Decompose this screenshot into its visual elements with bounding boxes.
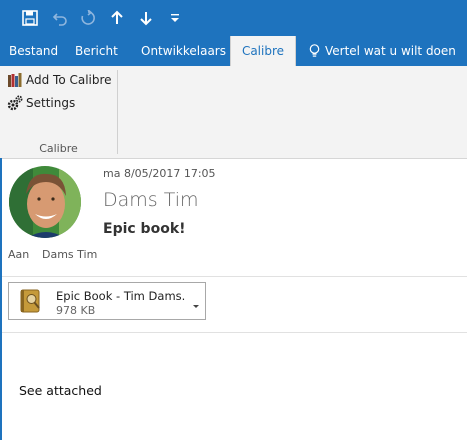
sender-name[interactable]: Dams Tim xyxy=(103,189,199,211)
add-to-calibre-label: Add To Calibre xyxy=(26,73,112,87)
recipient-name[interactable]: Dams Tim xyxy=(42,248,97,261)
attachment-name: Epic Book - Tim Dams.... xyxy=(56,289,186,303)
message-body: See attached xyxy=(19,383,102,398)
ribbon-group-separator xyxy=(117,70,118,154)
attachment-size: 978 KB xyxy=(56,304,96,317)
quick-access-toolbar xyxy=(0,0,467,36)
reading-pane-edge xyxy=(0,158,2,440)
books-icon xyxy=(7,72,23,88)
tell-me-label: Vertel wat u wilt doen xyxy=(325,44,456,58)
attachment-divider xyxy=(2,332,467,333)
gears-icon xyxy=(7,95,23,111)
next-item-icon[interactable] xyxy=(134,6,158,30)
add-to-calibre-button[interactable]: Add To Calibre xyxy=(7,70,112,90)
tab-tell-me[interactable]: Vertel wat u wilt doen xyxy=(300,36,465,66)
settings-label: Settings xyxy=(26,96,76,110)
lightbulb-icon xyxy=(309,44,320,58)
settings-button[interactable]: Settings xyxy=(7,93,75,113)
message-datetime: ma 8/05/2017 17:05 xyxy=(103,167,216,180)
undo-icon[interactable] xyxy=(48,6,72,30)
save-icon[interactable] xyxy=(18,6,42,30)
header-divider xyxy=(2,276,467,277)
tab-ontwikkelaars[interactable]: Ontwikkelaars xyxy=(132,36,235,66)
avatar xyxy=(9,166,81,238)
ribbon-tabs: Bestand Bericht Ontwikkelaars Calibre Ve… xyxy=(0,36,467,66)
ribbon-group-label: Calibre xyxy=(39,142,78,155)
chevron-down-icon[interactable] xyxy=(191,296,201,308)
customize-icon[interactable] xyxy=(163,6,187,30)
previous-item-icon[interactable] xyxy=(105,6,129,30)
ebook-icon xyxy=(18,288,44,314)
tab-bericht[interactable]: Bericht xyxy=(66,36,127,66)
attachment-card[interactable]: Epic Book - Tim Dams.... 978 KB xyxy=(8,282,206,320)
recipient-label: Aan xyxy=(8,248,30,261)
tab-calibre[interactable]: Calibre xyxy=(230,36,296,66)
ribbon: Add To Calibre Settings Calibre xyxy=(0,66,467,159)
message-subject: Epic book! xyxy=(103,221,186,237)
redo-icon[interactable] xyxy=(76,6,100,30)
tab-bestand[interactable]: Bestand xyxy=(0,36,67,66)
